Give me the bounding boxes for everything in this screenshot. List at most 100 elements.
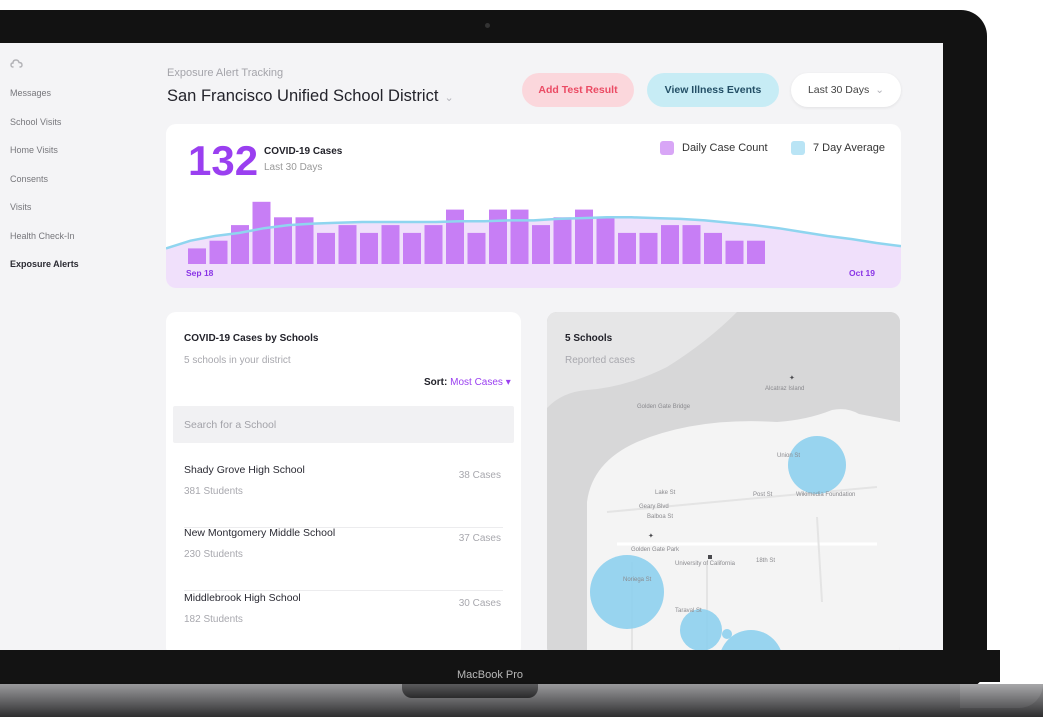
legend-swatch-average (791, 141, 805, 155)
daily-case-bar[interactable] (704, 232, 722, 264)
map-label: Union St (777, 453, 801, 459)
daily-case-bar[interactable] (510, 209, 529, 264)
chevron-down-icon: ⌄ (444, 92, 454, 104)
daily-case-bar[interactable] (381, 225, 400, 264)
daily-case-bar[interactable] (424, 225, 443, 264)
camera-icon (485, 23, 490, 28)
sidebar-item-health-check-in[interactable]: Health Check-In (10, 231, 79, 260)
legend-label-average: 7 Day Average (813, 142, 885, 154)
legend-swatch-daily (660, 141, 674, 155)
total-cases-number: 132 (188, 137, 259, 184)
view-illness-events-button[interactable]: View Illness Events (647, 73, 779, 107)
map-label: Alcatraz Island (765, 386, 805, 392)
cases-period: Last 30 Days (264, 162, 323, 173)
map-label: Golden Gate Park (631, 547, 680, 553)
caret-down-icon: ▾ (505, 377, 511, 388)
school-students: 182 Students (184, 614, 243, 625)
legend-label-daily: Daily Case Count (682, 142, 768, 154)
device-label: MacBook Pro (456, 669, 524, 681)
case-bubble[interactable] (590, 555, 664, 629)
cloud-icon[interactable] (10, 57, 24, 76)
daily-case-bar[interactable] (553, 217, 572, 264)
schools-card: COVID-19 Cases by Schools 5 schools in y… (166, 312, 521, 657)
cases-chart-card: 132 COVID-19 Cases Last 30 Days Daily Ca… (166, 124, 901, 288)
daily-case-bar[interactable] (682, 225, 701, 264)
sidebar-item-visits[interactable]: Visits (10, 202, 79, 231)
add-test-result-button[interactable]: Add Test Result (522, 73, 634, 107)
daily-case-bar[interactable] (618, 232, 636, 264)
school-row[interactable]: New Montgomery Middle School 230 Student… (184, 527, 503, 591)
page-title: San Francisco Unified School District (167, 87, 439, 105)
school-cases: 37 Cases (458, 533, 501, 544)
laptop-notch (402, 684, 538, 698)
school-cases: 38 Cases (458, 470, 501, 481)
sidebar-item-school-visits[interactable]: School Visits (10, 117, 79, 146)
landmark-icon: ✦ (789, 374, 795, 382)
sidebar-nav: Messages School Visits Home Visits Conse… (10, 88, 79, 288)
daily-case-bar[interactable] (596, 217, 615, 264)
daily-case-bar[interactable] (252, 201, 271, 264)
map-label: Lake St (655, 490, 676, 496)
landmark-icon (708, 555, 712, 559)
daily-case-bar[interactable] (532, 225, 550, 264)
sidebar-item-exposure-alerts[interactable]: Exposure Alerts (10, 259, 79, 288)
chart-end-date: Oct 19 (849, 268, 875, 278)
sort-dropdown[interactable]: Sort: Most Cases ▾ (424, 377, 511, 388)
daily-case-bar[interactable] (489, 209, 507, 264)
landmark-icon: ✦ (648, 532, 654, 540)
school-search-input[interactable] (173, 406, 514, 443)
district-selector[interactable]: San Francisco Unified School District ⌄ (167, 87, 454, 106)
legend-daily[interactable]: Daily Case Count (660, 141, 768, 155)
school-students: 230 Students (184, 549, 243, 560)
daily-case-bar[interactable] (338, 225, 357, 264)
cases-bar-chart[interactable] (166, 184, 901, 288)
date-range-label: Last 30 Days (807, 84, 870, 96)
cases-title: COVID-19 Cases (264, 146, 343, 157)
daily-case-bar[interactable] (209, 240, 228, 264)
map-label: Post St (753, 492, 773, 498)
map-label: Balboa St (647, 514, 674, 520)
page-subtitle: Exposure Alert Tracking (167, 67, 284, 79)
daily-case-bar[interactable] (639, 232, 658, 264)
chart-start-date: Sep 18 (186, 268, 214, 278)
map-label: Noriega St (623, 577, 652, 583)
map-label: Taraval St (675, 608, 702, 614)
map-label: Geary Blvd (639, 504, 669, 510)
map-label: Wikimedia Foundation (796, 492, 856, 498)
schools-title: COVID-19 Cases by Schools (184, 333, 319, 344)
schools-map[interactable]: ✦ ✦ 5 Schools Reported cases Alcatraz Is… (547, 312, 900, 657)
map-label: University of California (675, 561, 736, 567)
daily-case-bar[interactable] (317, 232, 335, 264)
chevron-down-icon: ⌄ (875, 84, 885, 96)
daily-case-bar[interactable] (188, 248, 206, 264)
map-title: 5 Schools (565, 333, 613, 344)
laptop-base-edge (960, 684, 1043, 708)
school-row[interactable]: Shady Grove High School 381 Students 38 … (184, 464, 503, 528)
sidebar-item-home-visits[interactable]: Home Visits (10, 145, 79, 174)
school-row[interactable]: Middlebrook High School 182 Students 30 … (184, 592, 503, 656)
school-name: Middlebrook High School (184, 592, 301, 604)
school-name: New Montgomery Middle School (184, 527, 336, 539)
sort-label: Sort: (424, 377, 448, 388)
daily-case-bar[interactable] (725, 240, 744, 264)
legend-average[interactable]: 7 Day Average (791, 141, 885, 155)
case-bubble[interactable] (788, 436, 846, 494)
daily-case-bar[interactable] (467, 232, 486, 264)
school-name: Shady Grove High School (184, 464, 305, 476)
sidebar-item-consents[interactable]: Consents (10, 174, 79, 203)
sidebar-item-messages[interactable]: Messages (10, 88, 79, 117)
school-cases: 30 Cases (458, 598, 501, 609)
map-label: Golden Gate Bridge (637, 404, 691, 410)
daily-case-bar[interactable] (446, 209, 464, 264)
map-subtitle: Reported cases (565, 355, 636, 366)
daily-case-bar[interactable] (747, 240, 765, 264)
daily-case-bar[interactable] (360, 232, 378, 264)
map-label: 18th St (756, 558, 776, 564)
sort-value: Most Cases (450, 377, 503, 388)
school-students: 381 Students (184, 486, 243, 497)
daily-case-bar[interactable] (403, 232, 421, 264)
daily-case-bar[interactable] (661, 225, 679, 264)
case-bubble[interactable] (680, 609, 722, 651)
schools-subtitle: 5 schools in your district (184, 355, 291, 366)
date-range-dropdown[interactable]: Last 30 Days ⌄ (791, 73, 901, 107)
